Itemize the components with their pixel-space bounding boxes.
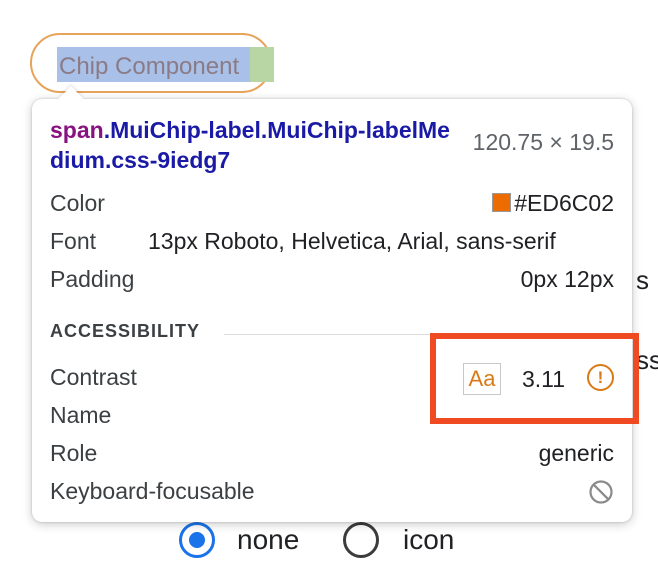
padding-label: Padding [50,266,135,292]
color-label: Color [50,190,105,216]
keyboard-row: Keyboard-focusable [50,473,614,509]
color-swatch [492,193,512,212]
font-row: Font 13px Roboto, Helvetica, Arial, sans… [50,223,614,259]
keyboard-focusable-label: Keyboard-focusable [50,478,255,504]
padding-value: 0px 12px [520,266,614,292]
element-dimensions: 120.75 × 19.5 [472,129,614,155]
prohibited-icon [589,480,613,504]
name-label: Name [50,402,112,428]
role-value: generic [538,440,614,466]
contrast-label: Contrast [50,364,137,390]
selector-tag: span [50,117,104,143]
chip-label: Chip Component [59,53,240,80]
role-row: Role generic [50,435,614,471]
color-row: Color #ED6C02 [50,185,614,221]
accessibility-heading: ACCESSIBILITY [50,321,201,341]
radio-icon[interactable] [343,522,379,558]
inspector-tooltip: span.MuiChip-label.MuiChip-labelMedium.c… [32,86,632,522]
radio-label-none: none [237,524,300,555]
element-selector: span.MuiChip-label.MuiChip-labelMedium.c… [50,115,450,175]
background-text: s [636,265,649,295]
contrast-highlight-box [430,333,639,424]
radio-none[interactable] [179,522,215,558]
color-value: #ED6C02 [492,185,614,221]
section-divider [224,334,452,335]
radio-label-icon: icon [403,524,455,555]
font-value: 13px Roboto, Helvetica, Arial, sans-seri… [148,228,556,254]
background-text: ss [636,345,658,375]
role-label: Role [50,440,98,466]
chip-component[interactable]: Chip Component [30,33,274,93]
selector-classes: .MuiChip-label.MuiChip-labelMedium.css-9… [50,117,450,173]
color-hex: #ED6C02 [514,190,614,216]
padding-row: Padding 0px 12px [50,261,614,297]
font-label: Font [50,228,97,254]
